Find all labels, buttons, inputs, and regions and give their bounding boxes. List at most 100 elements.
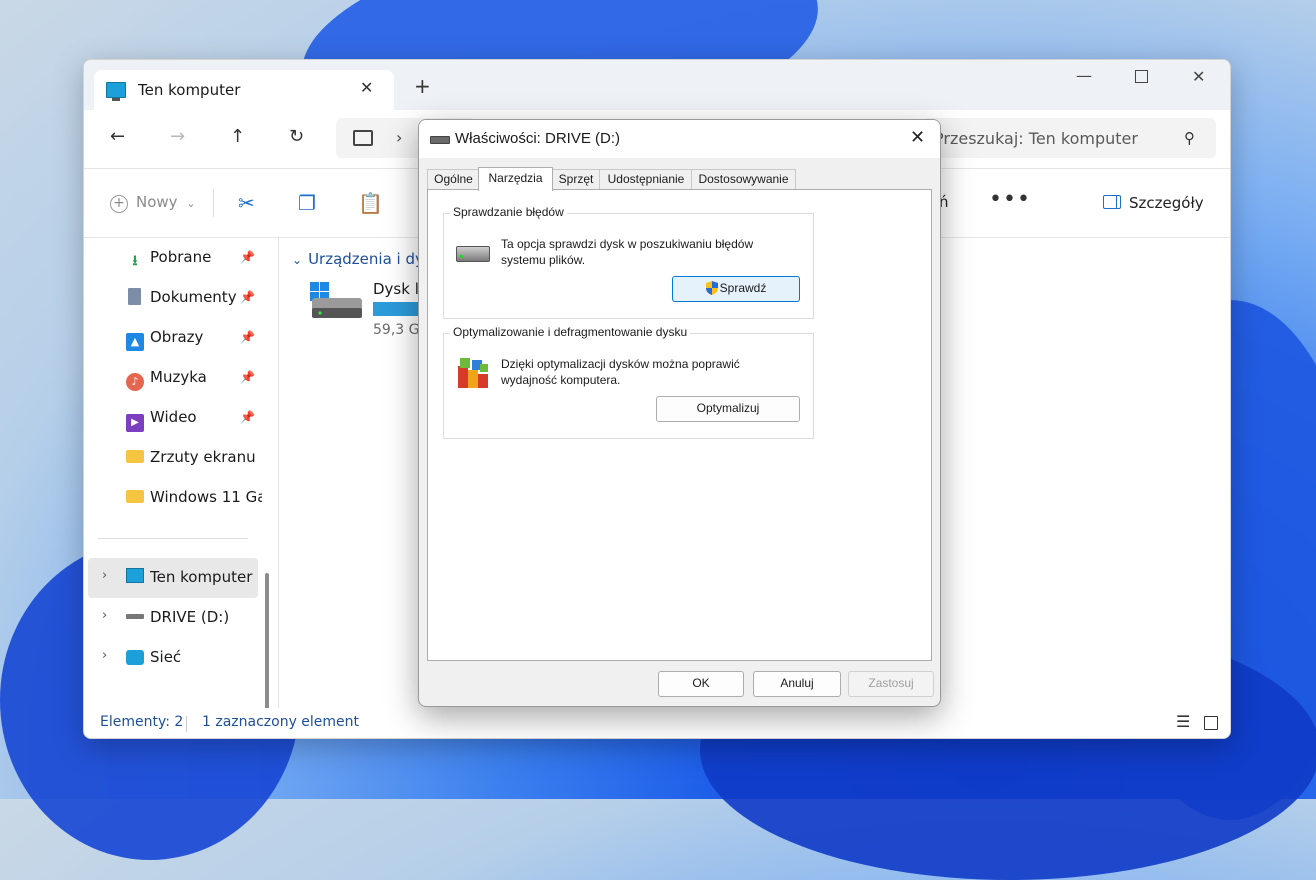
maximize-button[interactable] (1135, 70, 1148, 83)
sidebar-item-windows-11-gaming[interactable]: Windows 11 Gaming (126, 488, 262, 512)
plus-icon: + (110, 195, 128, 213)
sidebar-divider (98, 538, 248, 539)
windows-drive-icon[interactable] (310, 282, 364, 326)
error-checking-group: Sprawdzanie błędów Ta opcja sprawdzi dys… (443, 205, 814, 319)
sidebar-item-this-pc[interactable]: Ten komputer (126, 568, 252, 592)
new-tab-button[interactable]: + (414, 76, 431, 96)
sidebar-item-label: Obrazy (150, 328, 204, 346)
pin-icon: 📌 (240, 330, 255, 344)
forward-button[interactable]: → (170, 127, 185, 147)
download-icon: ⭳ (132, 253, 138, 269)
sidebar-item-network[interactable]: Sieć (126, 648, 181, 672)
tab-sharing[interactable]: Udostępnianie (599, 169, 693, 190)
refresh-button[interactable]: ↻ (289, 127, 304, 147)
search-box[interactable]: Przeszukaj: Ten komputer ⚲ (922, 118, 1216, 158)
selected-count: 1 zaznaczony element (202, 714, 360, 730)
check-button[interactable]: Sprawdź (672, 276, 800, 302)
details-pane-button[interactable]: Szczegóły (1103, 194, 1204, 212)
sidebar-item-documents[interactable]: Dokumenty (126, 288, 237, 312)
new-button[interactable]: + Nowy ⌄ (110, 193, 196, 213)
cut-icon[interactable]: ✂ (238, 191, 255, 215)
group-title: Optymalizowanie i defragmentowanie dysku (450, 325, 691, 339)
drive-icon (126, 614, 144, 619)
search-icon: ⚲ (1184, 129, 1195, 147)
more-options-icon[interactable]: ••• (989, 187, 1031, 212)
tab-customize[interactable]: Dostosowywanie (691, 169, 796, 190)
sidebar-item-label: Windows 11 Gaming (150, 488, 262, 506)
document-icon (128, 288, 141, 305)
ok-button[interactable]: OK (658, 671, 744, 697)
properties-dialog: Właściwości: DRIVE (D:) ✕ Ogólne Narzędz… (418, 119, 941, 707)
tab-close-icon[interactable]: ✕ (360, 78, 373, 97)
pin-icon: 📌 (240, 250, 255, 264)
optimize-group: Optymalizowanie i defragmentowanie dysku… (443, 325, 814, 439)
error-check-description: Ta opcja sprawdzi dysk w poszukiwaniu bł… (501, 237, 754, 267)
tab-title: Ten komputer (138, 81, 241, 99)
paste-icon[interactable]: 📋 (358, 191, 383, 215)
sidebar-item-screenshots[interactable]: Zrzuty ekranu (126, 448, 256, 472)
chevron-down-icon: ⌄ (186, 197, 196, 210)
dialog-title-bar: Właściwości: DRIVE (D:) ✕ (419, 120, 940, 158)
pin-icon: 📌 (240, 410, 255, 424)
copy-icon[interactable]: ❐ (298, 191, 316, 215)
search-input[interactable]: Przeszukaj: Ten komputer (934, 129, 1138, 148)
details-label: Szczegóły (1129, 194, 1204, 212)
minimize-button[interactable]: — (1076, 66, 1092, 85)
sidebar-item-music[interactable]: ♪ Muzyka (126, 368, 207, 392)
toolbar-divider (213, 189, 214, 217)
tiles-view-icon[interactable] (1204, 716, 1218, 730)
sidebar-item-label: Muzyka (150, 368, 207, 386)
up-button[interactable]: ↑ (230, 127, 245, 147)
network-icon (126, 650, 144, 665)
computer-icon (353, 130, 373, 146)
sidebar-item-videos[interactable]: ▶ Wideo (126, 408, 197, 432)
close-button[interactable]: ✕ (1192, 67, 1205, 86)
apply-button[interactable]: Zastosuj (848, 671, 934, 697)
computer-icon (126, 568, 144, 583)
tab-general[interactable]: Ogólne (427, 169, 480, 190)
expand-chevron-icon[interactable]: › (102, 608, 107, 623)
check-button-label: Sprawdź (719, 281, 767, 295)
status-bar: Elementy: 2 1 zaznaczony element ☰ (84, 708, 1230, 738)
dialog-close-icon[interactable]: ✕ (910, 127, 925, 148)
tab-tools[interactable]: Narzędzia (478, 167, 553, 191)
expand-chevron-icon[interactable]: › (102, 648, 107, 663)
optimize-button[interactable]: Optymalizuj (656, 396, 800, 422)
uac-shield-icon (705, 281, 718, 295)
new-label: Nowy (136, 193, 178, 211)
sidebar-item-pictures[interactable]: ▲ Obrazy (126, 328, 203, 352)
optimize-description: Dzięki optymalizacji dysków można popraw… (501, 357, 740, 387)
sidebar-item-downloads[interactable]: ⭳ Pobrane (126, 248, 212, 272)
tab-hardware[interactable]: Sprzęt (551, 169, 601, 190)
status-divider (186, 716, 187, 732)
dialog-tabs: Ogólne Narzędzia Sprzęt Udostępnianie Do… (427, 167, 932, 191)
pin-icon: 📌 (240, 370, 255, 384)
tools-tab-panel: Sprawdzanie błędów Ta opcja sprawdzi dys… (427, 189, 932, 661)
details-pane-icon (1103, 195, 1121, 209)
details-view-icon[interactable]: ☰ (1176, 712, 1190, 731)
back-button[interactable]: ← (110, 127, 125, 147)
sidebar-item-label: Pobrane (150, 248, 212, 266)
video-icon: ▶ (126, 414, 144, 432)
defragment-icon (458, 358, 488, 388)
chevron-down-icon: ⌄ (292, 253, 303, 267)
cancel-button[interactable]: Anuluj (753, 671, 841, 697)
sidebar-item-label: Wideo (150, 408, 197, 426)
dialog-title: Właściwości: DRIVE (D:) (455, 130, 621, 147)
sidebar-item-label: Dokumenty (150, 288, 237, 306)
chevron-right-icon[interactable]: › (396, 128, 402, 147)
sidebar-item-drive-d[interactable]: DRIVE (D:) (126, 608, 229, 632)
navigation-pane: ⭳ Pobrane Dokumenty ▲ Obrazy ♪ Muzyka ▶ Wide… (84, 238, 274, 738)
hard-drive-icon (456, 246, 490, 262)
folder-icon (126, 450, 144, 463)
item-count: Elementy: 2 (100, 714, 184, 730)
pin-icon: 📌 (240, 290, 255, 304)
music-icon: ♪ (126, 373, 144, 391)
explorer-tab[interactable]: Ten komputer ✕ (94, 70, 394, 110)
pane-divider[interactable] (278, 238, 279, 708)
group-title: Sprawdzanie błędów (450, 205, 567, 219)
expand-chevron-icon[interactable]: › (102, 568, 107, 583)
sidebar-item-label: DRIVE (D:) (150, 608, 230, 626)
sidebar-item-label: Sieć (150, 648, 182, 666)
pictures-icon: ▲ (126, 333, 144, 351)
